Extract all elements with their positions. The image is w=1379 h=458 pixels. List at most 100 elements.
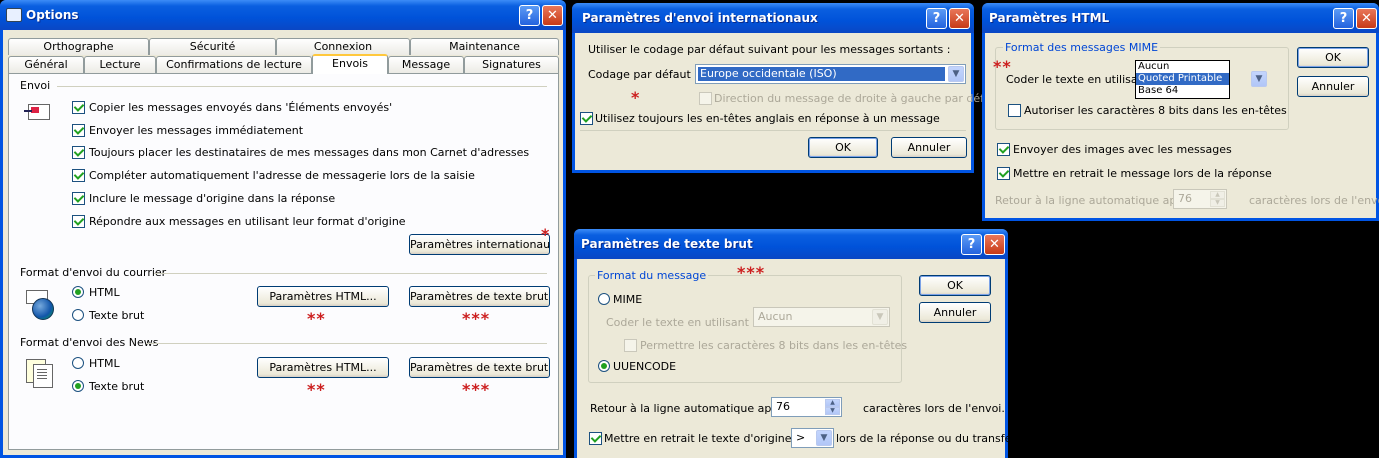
text-cancel-button[interactable]: Annuler — [919, 302, 991, 323]
encode-option-none[interactable]: Aucun — [1136, 61, 1229, 73]
news-text-settings-button[interactable]: Paramètres de texte brut... — [409, 357, 550, 378]
close-icon[interactable]: ✕ — [984, 234, 1005, 255]
label-indent-text: Mettre en retrait le texte d'origine ave… — [604, 432, 822, 445]
chevron-down-icon[interactable]: ▼ — [872, 309, 888, 325]
label-text-allow8bit: Permettre les caractères 8 bits dans les… — [640, 339, 908, 352]
section-mail-format: Format d'envoi du courrier — [20, 266, 167, 279]
html-cancel-button[interactable]: Annuler — [1297, 76, 1369, 97]
label-autocomplete: Compléter automatiquement l'adresse de m… — [89, 169, 475, 182]
section-envoi: Envoi — [20, 79, 51, 92]
text-wrap-label: Retour à la ligne automatique après — [590, 402, 789, 415]
label-news-html: HTML — [89, 357, 120, 370]
text-settings-client: Format du message *** MIME Coder le text… — [577, 259, 1024, 458]
indent-char-select[interactable]: > ▼ — [791, 428, 834, 448]
label-uuencode: UUENCODE — [613, 360, 677, 373]
intl-cancel-button[interactable]: Annuler — [891, 137, 967, 158]
checkbox-copy-sent[interactable] — [72, 101, 85, 114]
html-ok-button[interactable]: OK — [1297, 47, 1369, 68]
text-settings-title: Paramètres de texte brut — [581, 237, 753, 251]
help-icon[interactable]: ? — [1333, 8, 1354, 29]
chevron-up-icon[interactable]: ▲ — [1210, 191, 1225, 199]
text-encode-value: Aucun — [758, 310, 793, 323]
label-include-original: Inclure le message d'origine dans la rép… — [89, 192, 336, 205]
checkbox-indent-text[interactable] — [589, 432, 602, 445]
text-settings-titlebar[interactable]: Paramètres de texte brut ? ✕ — [574, 229, 1008, 259]
checkbox-rtl[interactable] — [699, 92, 712, 105]
html-settings-title: Paramètres HTML — [989, 11, 1110, 25]
text-wrap-spinner[interactable]: 76 ▲ ▼ — [771, 397, 842, 417]
mail-text-settings-button[interactable]: Paramètres de texte brut... — [409, 286, 550, 307]
help-icon[interactable]: ? — [926, 8, 947, 29]
html-encode-label: Coder le texte en utilisant : — [1006, 73, 1157, 86]
html-settings-titlebar[interactable]: Paramètres HTML ? ✕ — [982, 3, 1379, 33]
radio-mail-text[interactable] — [72, 309, 84, 321]
star-marker: * — [631, 88, 641, 107]
text-ok-button[interactable]: OK — [919, 275, 991, 296]
label-add-to-address-book: Toujours placer les destinataires de mes… — [89, 146, 530, 159]
divider — [580, 130, 966, 131]
star-marker: * — [541, 225, 551, 244]
indent-suffix: lors de la réponse ou du transfert. — [836, 432, 1024, 445]
close-icon[interactable]: ✕ — [949, 8, 970, 29]
encode-option-quoted[interactable]: Quoted Printable — [1136, 73, 1229, 85]
tab-message[interactable]: Message — [388, 56, 464, 73]
html-wrap-suffix: caractères lors de l'envoi. — [1249, 194, 1379, 207]
section-news-format: Format d'envoi des News — [20, 336, 159, 349]
encode-option-base64[interactable]: Base 64 — [1136, 85, 1229, 97]
label-news-text: Texte brut — [89, 380, 145, 393]
checkbox-html-allow8bit[interactable] — [1008, 104, 1021, 117]
html-encode-dropdown-list[interactable]: Aucun Quoted Printable Base 64 — [1135, 60, 1230, 99]
intl-titlebar[interactable]: Paramètres d'envoi internationaux ? ✕ — [572, 3, 974, 33]
chevron-down-icon[interactable]: ▼ — [816, 430, 832, 446]
checkbox-reply-original-format[interactable] — [72, 215, 85, 228]
globe-mail-icon — [24, 288, 54, 320]
checkbox-include-original[interactable] — [72, 192, 85, 205]
text-encode-select[interactable]: Aucun ▼ — [753, 307, 890, 327]
options-client: Orthographe Sécurité Connexion Maintenan… — [3, 30, 563, 455]
help-icon[interactable]: ? — [519, 5, 540, 26]
checkbox-send-immediately[interactable] — [72, 124, 85, 137]
mail-html-settings-button[interactable]: Paramètres HTML... — [257, 286, 389, 307]
close-icon[interactable]: ✕ — [1356, 8, 1377, 29]
checkbox-text-allow8bit[interactable] — [624, 339, 637, 352]
checkbox-english-headers[interactable] — [580, 112, 593, 125]
radio-mail-html[interactable] — [72, 286, 84, 298]
radio-uuencode[interactable] — [598, 360, 610, 372]
international-settings-button[interactable]: Paramètres internationaux... — [409, 234, 550, 255]
intl-encoding-select[interactable]: Europe occidentale (ISO) ▼ — [695, 64, 966, 84]
news-html-settings-button[interactable]: Paramètres HTML... — [257, 357, 389, 378]
tab-confirmations[interactable]: Confirmations de lecture — [156, 56, 312, 73]
radio-news-html[interactable] — [72, 357, 84, 369]
checkbox-add-to-address-book[interactable] — [72, 146, 85, 159]
label-english-headers: Utilisez toujours les en-têtes anglais e… — [595, 112, 940, 125]
checkbox-send-images[interactable] — [997, 143, 1010, 156]
intl-ok-button[interactable]: OK — [808, 137, 878, 158]
radio-news-text[interactable] — [72, 380, 84, 392]
html-wrap-spinner[interactable]: 76 ▲ ▼ — [1173, 189, 1227, 209]
checkbox-autocomplete[interactable] — [72, 169, 85, 182]
tab-signatures[interactable]: Signatures — [464, 56, 559, 73]
checkbox-indent-reply[interactable] — [997, 167, 1010, 180]
radio-mime[interactable] — [598, 293, 610, 305]
tab-securite[interactable]: Sécurité — [149, 38, 276, 55]
tab-maintenance[interactable]: Maintenance — [410, 38, 559, 55]
tab-envois[interactable]: Envois — [312, 54, 388, 74]
intl-window: Paramètres d'envoi internationaux ? ✕ Ut… — [572, 3, 1002, 173]
text-encode-label: Coder le texte en utilisant : — [606, 316, 757, 329]
help-icon[interactable]: ? — [961, 234, 982, 255]
chevron-up-icon[interactable]: ▲ — [825, 399, 840, 407]
chevron-down-icon[interactable]: ▼ — [948, 66, 964, 82]
intl-client: Utiliser le codage par défaut suivant po… — [575, 33, 1002, 170]
tab-connexion[interactable]: Connexion — [276, 38, 410, 55]
chevron-down-icon[interactable]: ▼ — [1210, 199, 1225, 207]
label-mail-html: HTML — [89, 286, 120, 299]
tab-orthographe[interactable]: Orthographe — [8, 38, 149, 55]
chevron-down-icon[interactable]: ▼ — [825, 407, 840, 415]
tab-lecture[interactable]: Lecture — [84, 56, 156, 73]
options-titlebar[interactable]: Options ? ✕ — [0, 0, 566, 30]
label-send-immediately: Envoyer les messages immédiatement — [89, 124, 304, 137]
chevron-down-icon[interactable]: ▼ — [1251, 71, 1267, 87]
tab-general[interactable]: Général — [8, 56, 84, 73]
label-send-images: Envoyer des images avec les messages — [1013, 143, 1232, 156]
close-icon[interactable]: ✕ — [542, 5, 563, 26]
